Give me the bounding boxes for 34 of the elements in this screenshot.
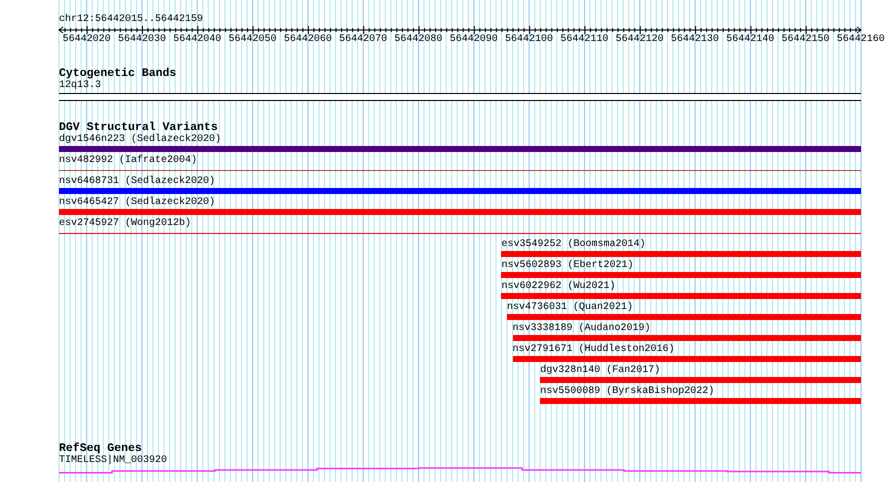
variant-label: nsv4736031 (Quan2021) bbox=[507, 302, 634, 314]
tick-label: 56442140 bbox=[726, 34, 774, 46]
track-title: Cytogenetic Bands bbox=[59, 67, 176, 80]
band-label: 12q13.3 bbox=[59, 80, 102, 92]
variant-label: nsv482992 (Iafrate2004) bbox=[59, 155, 198, 167]
tick-label: 56442090 bbox=[450, 34, 498, 46]
variant-label: nsv5500089 (ByrskaBishop2022) bbox=[540, 386, 714, 398]
variant-label: nsv6022962 (Wu2021) bbox=[501, 281, 616, 293]
variant-label: nsv3338189 (Audano2019) bbox=[512, 323, 651, 335]
variant-label: dgv1546n223 (Sedlazeck2020) bbox=[59, 134, 222, 146]
track-title: RefSeq Genes bbox=[59, 442, 142, 455]
variant-label: dgv328n140 (Fan2017) bbox=[540, 365, 660, 377]
tick-label: 56442110 bbox=[560, 34, 608, 46]
location-label: chr12:56442015..56442159 bbox=[59, 14, 204, 26]
tick-label: 56442050 bbox=[228, 34, 277, 46]
tick-label: 56442100 bbox=[505, 34, 554, 46]
variant-label: nsv6465427 (Sedlazeck2020) bbox=[59, 197, 216, 209]
variant-label: esv3549252 (Boomsma2014) bbox=[501, 239, 646, 251]
tick-label: 56442020 bbox=[62, 34, 111, 46]
tick-label: 56442150 bbox=[782, 34, 830, 46]
track-title: DGV Structural Variants bbox=[59, 121, 218, 134]
variant-label: nsv2791671 (Huddleston2016) bbox=[512, 344, 675, 356]
tick-label: 56442080 bbox=[394, 34, 442, 46]
tick-label: 56442060 bbox=[284, 34, 332, 46]
variant-label: nsv5602893 (Ebert2021) bbox=[501, 260, 634, 272]
tick-label: 56442030 bbox=[118, 34, 166, 46]
tick-label: 56442040 bbox=[173, 34, 222, 46]
tick-label: 56442070 bbox=[339, 34, 388, 46]
tick-label: 56442120 bbox=[616, 34, 664, 46]
variant-label: esv2745927 (Wong2012b) bbox=[59, 218, 192, 230]
gene-label: TIMELESS|NM_003920 bbox=[59, 455, 168, 467]
variant-label: nsv6468731 (Sedlazeck2020) bbox=[59, 176, 216, 188]
tick-label: 56442160 bbox=[836, 34, 885, 46]
tick-label: 56442130 bbox=[670, 34, 719, 46]
